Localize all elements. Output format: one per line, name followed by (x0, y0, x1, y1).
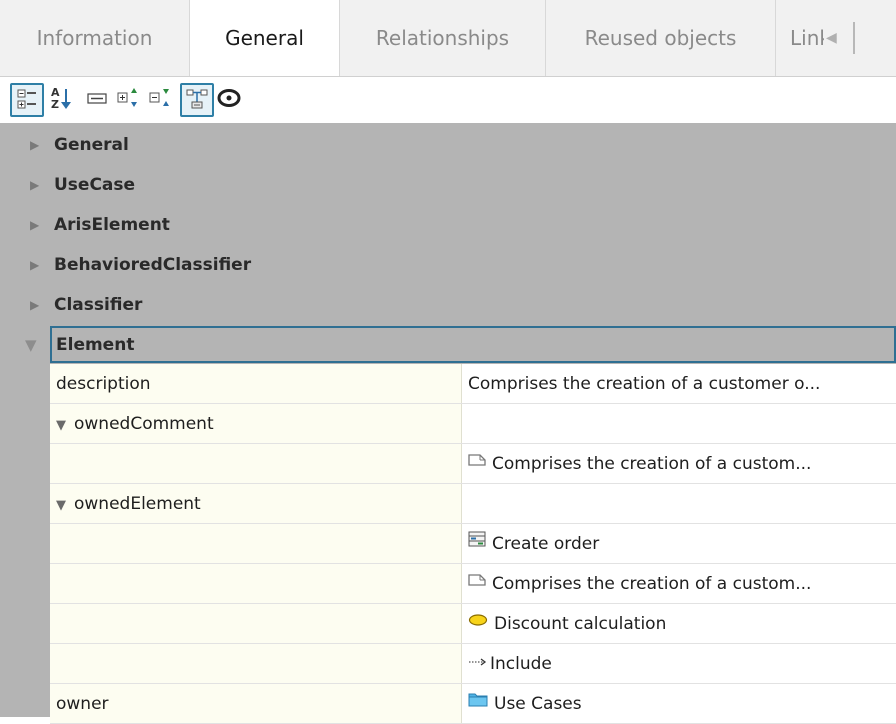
property-name: owner (50, 684, 462, 723)
property-name (50, 644, 462, 683)
property-row-ownedelement[interactable]: ▼ ownedElement (50, 484, 896, 524)
category-label: Classifier (54, 295, 143, 315)
property-row-description[interactable]: description Comprises the creation of a … (50, 364, 896, 404)
eye-button[interactable] (214, 83, 248, 117)
property-name: ownedElement (74, 494, 201, 514)
property-value-cell[interactable]: Discount calculation (462, 604, 896, 643)
property-name: ownedComment (74, 414, 214, 434)
property-value-cell[interactable]: Create order (462, 524, 896, 563)
property-value: Discount calculation (494, 614, 667, 634)
property-name: description (50, 364, 462, 403)
property-row-include[interactable]: Include (50, 644, 896, 684)
show-hierarchy-button[interactable] (180, 83, 214, 117)
property-value: Include (490, 654, 552, 674)
property-name (50, 564, 462, 603)
expand-all-button[interactable] (114, 83, 148, 117)
tab-reused-objects[interactable]: Reused objects (546, 0, 776, 76)
property-value-cell[interactable]: Comprises the creation of a custom... (462, 564, 896, 603)
tab-relationships[interactable]: Relationships (340, 0, 546, 76)
show-hierarchy-icon (186, 89, 208, 109)
property-table: description Comprises the creation of a … (50, 364, 896, 724)
category-behavioredclassifier[interactable]: ▶ BehavioredClassifier (0, 245, 896, 285)
scroll-left-icon[interactable]: ◀ (826, 0, 837, 76)
category-label: ArisElement (54, 215, 170, 235)
tab-bar: Information General Relationships Reused… (0, 0, 896, 77)
property-row-owner[interactable]: owner Use Cases (50, 684, 896, 724)
tab-link[interactable]: Link (776, 0, 824, 76)
expand-arrow-icon[interactable]: ▶ (30, 125, 39, 165)
property-value: Comprises the creation of a custom... (492, 454, 812, 474)
category-element[interactable]: ▼ Element (0, 325, 896, 365)
collapse-arrow-icon[interactable]: ▼ (56, 498, 66, 513)
category-label: BehavioredClassifier (54, 255, 252, 275)
property-name-cell: ▼ ownedComment (50, 404, 462, 443)
collapse-all-icon (149, 89, 169, 106)
property-name-cell: ▼ ownedElement (50, 484, 462, 523)
category-label: General (54, 135, 129, 155)
sort-alphabetical-button[interactable]: A Z (46, 83, 80, 117)
property-name (50, 444, 462, 483)
use-case-icon (468, 604, 488, 642)
category-classifier[interactable]: ▶ Classifier (0, 285, 896, 325)
folder-icon (468, 684, 488, 722)
category-general[interactable]: ▶ General (0, 125, 896, 165)
property-value: Comprises the creation of a custom... (492, 574, 812, 594)
property-row-ownedcomment[interactable]: ▼ ownedComment (50, 404, 896, 444)
tab-general[interactable]: General (190, 0, 340, 76)
property-value (462, 404, 896, 443)
collapse-all-button[interactable] (146, 83, 180, 117)
property-row-create-order[interactable]: Create order (50, 524, 896, 564)
sort-alphabetical-icon: A Z (51, 86, 71, 111)
collapse-arrow-icon[interactable]: ▼ (56, 418, 66, 433)
show-attributes-icon (87, 93, 107, 104)
property-row-comment[interactable]: Comprises the creation of a custom... (50, 564, 896, 604)
category-ariselement[interactable]: ▶ ArisElement (0, 205, 896, 245)
property-toolbar: A Z (0, 77, 896, 123)
tab-divider (853, 22, 855, 54)
tab-information[interactable]: Information (0, 0, 190, 76)
show-attributes-button[interactable] (82, 83, 116, 117)
expand-all-icon (117, 88, 137, 107)
svg-text:Z: Z (51, 98, 59, 111)
property-row-comment[interactable]: Comprises the creation of a custom... (50, 444, 896, 484)
property-name (50, 604, 462, 643)
comment-icon (468, 564, 486, 602)
comment-icon (468, 444, 486, 482)
property-name (50, 524, 462, 563)
categorized-view-button[interactable] (10, 83, 44, 117)
expand-arrow-icon[interactable]: ▶ (30, 285, 39, 325)
expand-arrow-icon[interactable]: ▶ (30, 245, 39, 285)
category-label: Element (56, 335, 135, 355)
property-value-cell[interactable]: Include (462, 644, 896, 683)
property-row-discount-calculation[interactable]: Discount calculation (50, 604, 896, 644)
category-usecase[interactable]: ▶ UseCase (0, 165, 896, 205)
expand-arrow-icon[interactable]: ▶ (30, 165, 39, 205)
property-value-cell[interactable]: Comprises the creation of a custom... (462, 444, 896, 483)
expand-arrow-icon[interactable]: ▶ (30, 205, 39, 245)
selection-outline (50, 326, 896, 363)
collapse-arrow-icon[interactable]: ▼ (25, 325, 37, 365)
property-value-cell[interactable]: Use Cases (462, 684, 896, 723)
property-value (462, 484, 896, 523)
categorized-view-icon (17, 89, 36, 109)
property-value: Use Cases (494, 694, 582, 714)
category-label: UseCase (54, 175, 136, 195)
eye-icon (217, 89, 241, 107)
property-value: Create order (492, 534, 600, 554)
class-icon (468, 524, 486, 562)
property-value[interactable]: Comprises the creation of a customer o..… (462, 364, 896, 403)
include-arrow-icon (468, 644, 488, 682)
